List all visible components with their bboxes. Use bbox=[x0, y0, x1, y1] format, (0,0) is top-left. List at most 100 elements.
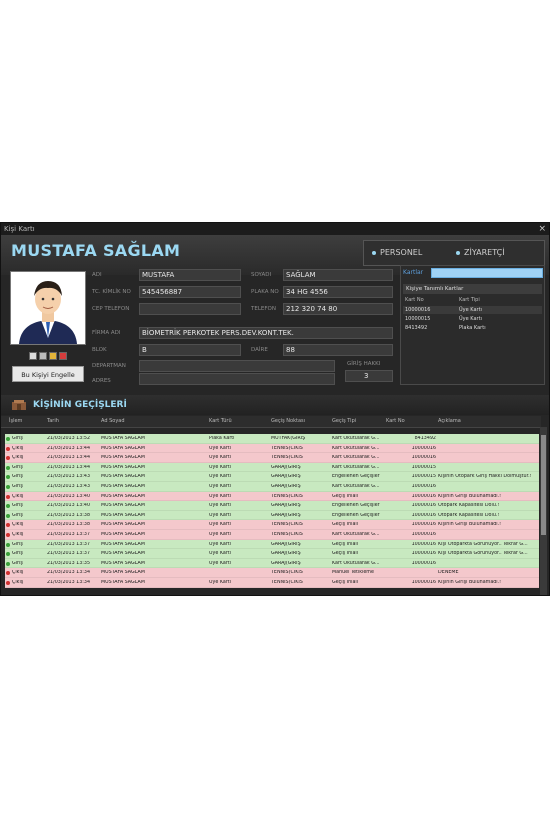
cell-ad-soyad: MUSTAFA SAĞLAM bbox=[101, 503, 145, 509]
cell-islem: Çıkış bbox=[12, 570, 24, 576]
table-row[interactable]: Çıkış 21/03/2013 13:44 MUSTAFA SAĞLAM Üye K… bbox=[5, 443, 539, 454]
table-row[interactable]: Giriş 21/03/2013 13:37 MUSTAFA SAĞLAM Üye K… bbox=[5, 549, 539, 559]
table-row[interactable]: Çıkış 21/03/2013 13:40 MUSTAFA SAĞLAM Üye K… bbox=[5, 491, 539, 502]
cell-gecis-tipi: Manuel Tetikleme bbox=[332, 570, 374, 576]
passages-title: KİŞİNİN GEÇİŞLERİ bbox=[33, 400, 127, 410]
tc-no-label: TC. KİMLİK NO bbox=[92, 289, 131, 295]
address-field[interactable] bbox=[139, 373, 335, 385]
title-bar: Kişi Kartı × bbox=[1, 223, 549, 235]
col-tarih[interactable]: Tarih bbox=[47, 418, 59, 424]
table-row[interactable]: Giriş 21/03/2013 13:35 MUSTAFA SAĞLAM Üye K… bbox=[5, 558, 539, 569]
table-row[interactable]: Çıkış 21/03/2013 13:34 MUSTAFA SAĞLAM Üye K… bbox=[5, 578, 539, 588]
enter-icon bbox=[6, 561, 10, 566]
cell-ad-soyad: MUSTAFA SAĞLAM bbox=[101, 512, 145, 518]
table-row[interactable]: Giriş 21/03/2013 13:43 MUSTAFA SAĞLAM Üye K… bbox=[5, 482, 539, 492]
cell-ad-soyad: MUSTAFA SAĞLAM bbox=[101, 484, 145, 489]
entry-right-stepper[interactable]: 3 bbox=[345, 370, 393, 382]
col-gecis-noktasi[interactable]: Geçiş Noktası bbox=[271, 418, 305, 424]
cell-gecis-noktasi: GARAJ(GİRİŞ bbox=[271, 512, 301, 518]
passages-table-header: İşlem Tarih Ad Soyad Kart Türü Geçiş Nok… bbox=[1, 416, 541, 428]
cell-kart-no: 10000016 bbox=[411, 522, 436, 528]
cell-gecis-noktasi: GARAJ(GİRİŞ bbox=[271, 503, 301, 509]
cell-ad-soyad: MUSTAFA SAĞLAM bbox=[101, 570, 145, 576]
cell-kart-no: 10000016 bbox=[411, 503, 436, 509]
photo-toolbar bbox=[29, 345, 69, 364]
window-title: Kişi Kartı bbox=[4, 225, 35, 233]
cell-ad-soyad: MUSTAFA SAĞLAM bbox=[101, 522, 145, 528]
cell-gecis-tipi: Geçiş İhlali bbox=[332, 580, 359, 585]
close-icon[interactable]: × bbox=[538, 223, 546, 235]
table-row[interactable]: Giriş 21/03/2013 13:52 MUSTAFA SAĞLAM Plaka… bbox=[5, 434, 539, 444]
table-row[interactable]: Giriş 21/03/2013 13:37 MUSTAFA SAĞLAM Üye K… bbox=[5, 539, 539, 550]
cell-kart-turu: Üye Kartı bbox=[209, 455, 232, 461]
table-row[interactable]: Giriş 21/03/2013 13:43 MUSTAFA SAĞLAM Üye K… bbox=[5, 472, 539, 482]
table-scrollbar[interactable] bbox=[540, 427, 547, 595]
cell-tarih: 21/03/2013 13:34 bbox=[47, 580, 90, 585]
department-select[interactable] bbox=[139, 360, 335, 372]
cell-aciklama: Kişinin Girişi Bulunamadı.! bbox=[438, 493, 502, 499]
cell-kart-turu: Üye Kartı bbox=[209, 503, 232, 509]
card-input[interactable] bbox=[431, 268, 543, 278]
cell-ad-soyad: MUSTAFA SAĞLAM bbox=[101, 436, 145, 441]
block-select[interactable]: B bbox=[139, 344, 241, 356]
cell-islem: Giriş bbox=[12, 474, 23, 480]
exit-icon bbox=[6, 446, 10, 451]
scrollbar-thumb[interactable] bbox=[541, 435, 546, 535]
col-aciklama[interactable]: Açıklama bbox=[438, 418, 461, 424]
cell-tarih: 21/03/2013 13:34 bbox=[47, 570, 90, 576]
col-ad-soyad[interactable]: Ad Soyad bbox=[101, 418, 125, 424]
cell-ad-soyad: MUSTAFA SAĞLAM bbox=[101, 580, 145, 585]
cell-aciklama: Kişinin Girişi Bulunamadı.! bbox=[438, 580, 502, 585]
card-row[interactable]: 8413492 Plaka Kartı bbox=[403, 324, 542, 332]
cell-tarih: 21/03/2013 13:43 bbox=[47, 484, 90, 489]
table-row[interactable]: Giriş 21/03/2013 13:38 MUSTAFA SAĞLAM Üye K… bbox=[5, 510, 539, 521]
table-row[interactable]: Çıkış 21/03/2013 13:37 MUSTAFA SAĞLAM Üye K… bbox=[5, 530, 539, 540]
phone-field[interactable]: 212 320 74 80 bbox=[283, 303, 393, 315]
tab-personel[interactable]: PERSONEL bbox=[372, 248, 422, 257]
cell-islem: Çıkış bbox=[12, 493, 24, 499]
edit-icon[interactable] bbox=[39, 352, 47, 360]
cell-islem: Giriş bbox=[12, 436, 23, 441]
block-person-button[interactable]: Bu Kişiyi Engelle bbox=[12, 366, 84, 382]
cell-tarih: 21/03/2013 13:44 bbox=[47, 464, 90, 470]
tc-no-field[interactable]: 545456887 bbox=[139, 286, 241, 298]
cell-ad-soyad: MUSTAFA SAĞLAM bbox=[101, 532, 145, 537]
company-label: FİRMA ADI bbox=[92, 330, 121, 336]
cell-gecis-noktasi: GARAJ(GİRİŞ bbox=[271, 541, 301, 547]
card-row[interactable]: 10000015 Üye Kartı bbox=[403, 315, 542, 323]
card-row[interactable]: 10000016 Üye Kartı bbox=[403, 306, 542, 314]
folder-icon[interactable] bbox=[49, 352, 57, 360]
tab-ziyaretci[interactable]: ZİYARETÇİ bbox=[456, 248, 505, 257]
cell-kart-turu: Plaka Kartı bbox=[209, 436, 235, 441]
cell-gecis-noktasi: TENNİS(CIKIS bbox=[271, 493, 303, 499]
company-select[interactable]: BİOMETRİK PERKOTEK PERS.DEV.KONT.TEK. bbox=[139, 327, 393, 339]
table-row[interactable]: Çıkış 21/03/2013 13:44 MUSTAFA SAĞLAM Üye K… bbox=[5, 453, 539, 463]
plate-no-field[interactable]: 34 HG 4556 bbox=[283, 286, 393, 298]
col-gecis-tipi[interactable]: Geçiş Tipi bbox=[332, 418, 356, 424]
delete-icon[interactable] bbox=[59, 352, 67, 360]
camera-icon[interactable] bbox=[29, 352, 37, 360]
cell-aciklama: Kişinin Otopark Giriş Hakkı Dolmuştur.! bbox=[438, 474, 532, 480]
table-row[interactable]: Çıkış 21/03/2013 13:34 MUSTAFA SAĞLAM TENNİ… bbox=[5, 568, 539, 578]
person-photo bbox=[10, 271, 86, 345]
cell-gecis-tipi: Kart Okutularak G... bbox=[332, 445, 380, 451]
last-name-field[interactable]: SAĞLAM bbox=[283, 269, 393, 281]
cell-tarih: 21/03/2013 13:38 bbox=[47, 512, 90, 518]
mobile-field[interactable] bbox=[139, 303, 241, 315]
table-row[interactable]: Giriş 21/03/2013 13:44 MUSTAFA SAĞLAM Üye K… bbox=[5, 462, 539, 473]
cell-kart-turu: Üye Kartı bbox=[209, 532, 232, 537]
cell-tarih: 21/03/2013 13:37 bbox=[47, 541, 90, 547]
col-kart-turu[interactable]: Kart Türü bbox=[209, 418, 232, 424]
flat-field[interactable]: 88 bbox=[283, 344, 393, 356]
col-islem[interactable]: İşlem bbox=[9, 418, 22, 424]
col-kart-no[interactable]: Kart No bbox=[386, 418, 405, 424]
cell-gecis-tipi: Kart Okutularak G... bbox=[332, 464, 380, 470]
cell-kart-turu: Üye Kartı bbox=[209, 445, 232, 451]
first-name-field[interactable]: MUSTAFA bbox=[139, 269, 241, 281]
table-row[interactable]: Çıkış 21/03/2013 13:38 MUSTAFA SAĞLAM Üye K… bbox=[5, 520, 539, 530]
radio-icon bbox=[456, 250, 460, 255]
table-row[interactable]: Giriş 21/03/2013 13:40 MUSTAFA SAĞLAM Üye K… bbox=[5, 501, 539, 511]
cell-kart-turu: Üye Kartı bbox=[209, 541, 232, 547]
cell-ad-soyad: MUSTAFA SAĞLAM bbox=[101, 551, 145, 557]
cell-tarih: 21/03/2013 13:38 bbox=[47, 522, 90, 528]
